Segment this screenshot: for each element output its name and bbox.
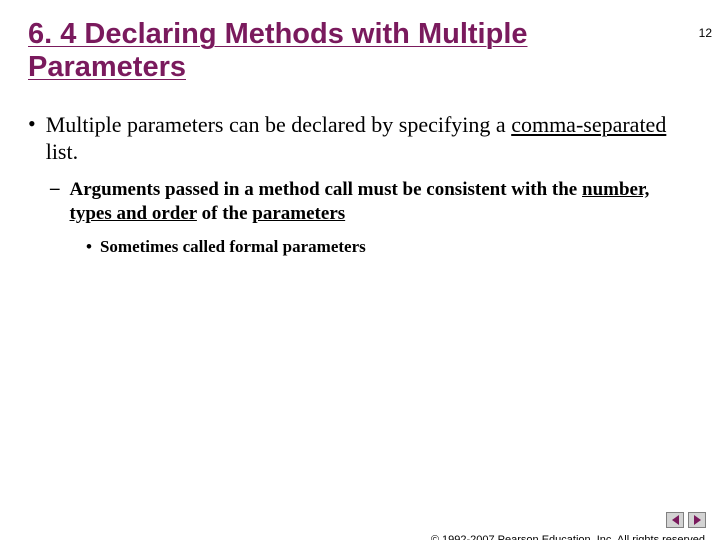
l2-a: Arguments passed in a method call must b… xyxy=(70,179,583,200)
bullet-level1: • Multiple parameters can be declared by… xyxy=(28,111,670,166)
prev-button[interactable] xyxy=(666,512,684,528)
bullet-level2: – Arguments passed in a method call must… xyxy=(50,178,670,227)
bullet-level3: • Sometimes called formal parameters xyxy=(86,237,670,257)
nav-buttons xyxy=(666,512,706,528)
l2-d: parameters xyxy=(252,203,345,224)
bullet-l1-text: Multiple parameters can be declared by s… xyxy=(46,111,670,166)
l2-c: of the xyxy=(197,203,252,224)
bullet-dot-small-icon: • xyxy=(86,237,92,257)
footer-copyright: © 1992-2007 Pearson Education, Inc. All … xyxy=(431,534,708,540)
l1-post: list. xyxy=(46,139,78,164)
bullet-l3-text: Sometimes called formal parameters xyxy=(100,237,366,257)
triangle-left-icon xyxy=(672,515,679,525)
bullet-l2-text: Arguments passed in a method call must b… xyxy=(70,178,671,227)
bullet-dot-icon: • xyxy=(28,111,36,137)
slide-title: 6. 4 Declaring Methods with Multiple Par… xyxy=(28,18,640,85)
l1-underline: comma-separated xyxy=(511,112,666,137)
next-button[interactable] xyxy=(688,512,706,528)
dash-icon: – xyxy=(50,178,60,200)
l1-pre: Multiple parameters can be declared by s… xyxy=(46,112,511,137)
triangle-right-icon xyxy=(694,515,701,525)
content-area: • Multiple parameters can be declared by… xyxy=(28,111,670,257)
page-number: 12 xyxy=(699,26,712,40)
